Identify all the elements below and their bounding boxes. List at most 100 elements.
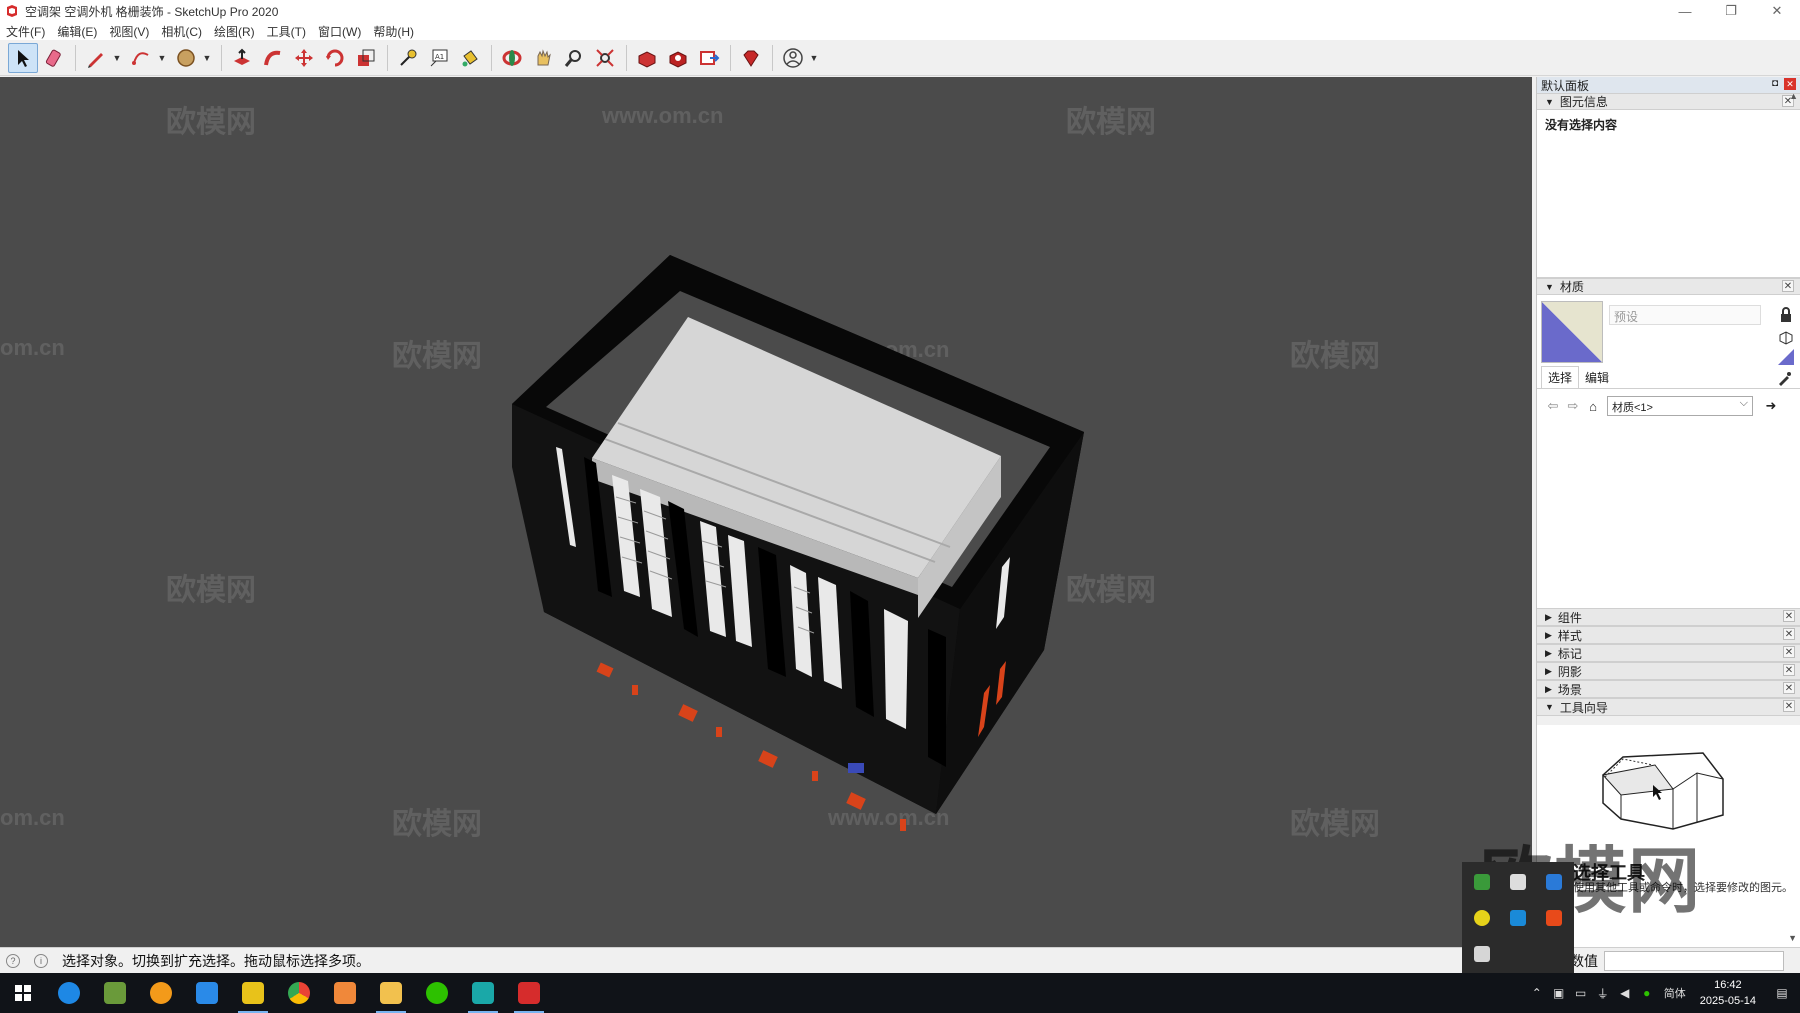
model-viewport[interactable]: 欧模网 www.om.cn 欧模网 om.cn 欧模网 www.om.cn 欧模… bbox=[0, 77, 1532, 947]
shape-tool-button[interactable] bbox=[171, 43, 201, 73]
zoom-tool-button[interactable] bbox=[559, 43, 589, 73]
minimize-button[interactable]: — bbox=[1662, 0, 1708, 22]
tray-instructor[interactable]: ▼ 工具向导 ✕ bbox=[1537, 698, 1800, 716]
material-name-field[interactable]: 预设 bbox=[1609, 305, 1761, 325]
taskbar-minecraft[interactable] bbox=[92, 973, 138, 1013]
wechat-tray-icon[interactable]: ● bbox=[1636, 986, 1658, 1000]
paint-bucket-tool-button[interactable] bbox=[455, 43, 485, 73]
scroll-up-icon[interactable]: ▲ bbox=[1789, 91, 1798, 101]
taskbar-app[interactable] bbox=[322, 973, 368, 1013]
layout-send-button[interactable] bbox=[694, 43, 724, 73]
details-arrow-icon[interactable]: ➜ bbox=[1761, 398, 1781, 414]
tray-app-icon[interactable] bbox=[1464, 864, 1500, 900]
select-tool-button[interactable] bbox=[8, 42, 38, 73]
shape-tool-dropdown[interactable]: ▼ bbox=[202, 53, 212, 63]
ime-indicator[interactable]: 简体 bbox=[1658, 985, 1692, 1001]
lock-icon[interactable] bbox=[1778, 307, 1794, 323]
arc-tool-dropdown[interactable]: ▼ bbox=[157, 53, 167, 63]
tray-close-icon[interactable]: ✕ bbox=[1783, 610, 1795, 622]
scale-tool-button[interactable] bbox=[351, 43, 381, 73]
tray-app-icon[interactable] bbox=[1536, 900, 1572, 936]
extension-manager-button[interactable] bbox=[736, 43, 766, 73]
zoom-extents-tool-button[interactable] bbox=[590, 43, 620, 73]
text-tool-button[interactable]: A1 bbox=[424, 43, 454, 73]
tab-edit[interactable]: 编辑 bbox=[1579, 367, 1615, 388]
menu-file[interactable]: 文件(F) bbox=[6, 23, 45, 40]
menu-view[interactable]: 视图(V) bbox=[109, 23, 149, 40]
restore-button[interactable]: ❐ bbox=[1708, 0, 1754, 22]
tray-app-icon[interactable] bbox=[1536, 864, 1572, 900]
account-dropdown[interactable]: ▼ bbox=[809, 53, 819, 63]
back-arrow-icon[interactable]: ⇦ bbox=[1543, 398, 1563, 414]
tray-tags[interactable]: ▶ 标记 ✕ bbox=[1537, 644, 1800, 662]
taskbar-explorer[interactable] bbox=[368, 973, 414, 1013]
material-collection-select[interactable]: 材质<1> bbox=[1607, 396, 1753, 416]
line-tool-button[interactable] bbox=[81, 43, 111, 73]
tray-close-icon[interactable]: ✕ bbox=[1783, 682, 1795, 694]
start-button[interactable] bbox=[0, 973, 46, 1013]
line-tool-dropdown[interactable]: ▼ bbox=[112, 53, 122, 63]
taskbar-wechat[interactable] bbox=[414, 973, 460, 1013]
taskbar-player[interactable] bbox=[230, 973, 276, 1013]
tape-measure-tool-button[interactable] bbox=[393, 43, 423, 73]
taskbar-ie[interactable] bbox=[46, 973, 92, 1013]
tray-entity-info[interactable]: ▼ 图元信息 ✕ bbox=[1537, 93, 1800, 110]
material-swatch[interactable] bbox=[1541, 301, 1603, 363]
credits-icon[interactable]: i bbox=[34, 953, 48, 968]
geolocation-icon[interactable]: ? bbox=[6, 953, 20, 968]
clock[interactable]: 16:42 2025-05-14 bbox=[1700, 977, 1756, 1009]
volume-icon[interactable]: ◀ bbox=[1614, 986, 1636, 1000]
tray-app-icon[interactable] bbox=[1464, 936, 1500, 972]
orbit-tool-button[interactable] bbox=[497, 43, 527, 73]
forward-arrow-icon[interactable]: ⇨ bbox=[1563, 398, 1583, 414]
tray-scenes[interactable]: ▶ 场景 ✕ bbox=[1537, 680, 1800, 698]
3d-warehouse-button[interactable] bbox=[632, 43, 662, 73]
scroll-down-icon[interactable]: ▼ bbox=[1788, 933, 1797, 943]
menu-window[interactable]: 窗口(W) bbox=[318, 23, 361, 40]
menu-tools[interactable]: 工具(T) bbox=[267, 23, 306, 40]
usb-icon[interactable]: ⏚ bbox=[1592, 985, 1614, 1002]
tray-close-icon[interactable]: ✕ bbox=[1783, 628, 1795, 640]
taskbar-media[interactable] bbox=[138, 973, 184, 1013]
arc-tool-button[interactable] bbox=[126, 43, 156, 73]
follow-me-tool-button[interactable] bbox=[258, 43, 288, 73]
pin-icon[interactable]: ◘ bbox=[1772, 78, 1778, 89]
tray-materials[interactable]: ▼ 材质 ✕ bbox=[1537, 278, 1800, 295]
tray-close-icon[interactable]: ✕ bbox=[1783, 700, 1795, 712]
rotate-tool-button[interactable] bbox=[320, 43, 350, 73]
panel-close-icon[interactable]: ✕ bbox=[1784, 78, 1796, 90]
taskbar-security[interactable] bbox=[184, 973, 230, 1013]
tray-close-icon[interactable]: ✕ bbox=[1782, 280, 1794, 292]
home-icon[interactable]: ⌂ bbox=[1583, 399, 1603, 414]
push-pull-tool-button[interactable] bbox=[227, 43, 257, 73]
tray-styles[interactable]: ▶ 样式 ✕ bbox=[1537, 626, 1800, 644]
eyedropper-icon[interactable] bbox=[1776, 371, 1792, 387]
tab-select[interactable]: 选择 bbox=[1541, 366, 1580, 388]
close-button[interactable]: ✕ bbox=[1754, 0, 1800, 22]
pan-tool-button[interactable] bbox=[528, 43, 558, 73]
network-icon[interactable]: ▣ bbox=[1548, 986, 1570, 1000]
menu-draw[interactable]: 绘图(R) bbox=[214, 23, 255, 40]
tray-shadows[interactable]: ▶ 阴影 ✕ bbox=[1537, 662, 1800, 680]
tray-app-icon[interactable] bbox=[1464, 900, 1500, 936]
measurements-input[interactable] bbox=[1604, 950, 1784, 971]
menu-camera[interactable]: 相机(C) bbox=[161, 23, 202, 40]
display-icon[interactable]: ▭ bbox=[1570, 986, 1592, 1000]
eraser-tool-button[interactable] bbox=[39, 43, 69, 73]
menu-help[interactable]: 帮助(H) bbox=[373, 23, 414, 40]
extension-warehouse-button[interactable] bbox=[663, 43, 693, 73]
create-material-icon[interactable] bbox=[1778, 329, 1794, 345]
tray-app-icon[interactable] bbox=[1500, 864, 1536, 900]
tray-close-icon[interactable]: ✕ bbox=[1783, 646, 1795, 658]
move-tool-button[interactable] bbox=[289, 43, 319, 73]
taskbar-sketchup[interactable] bbox=[506, 973, 552, 1013]
default-material-icon[interactable] bbox=[1778, 349, 1794, 365]
account-button[interactable] bbox=[778, 43, 808, 73]
tray-close-icon[interactable]: ✕ bbox=[1783, 664, 1795, 676]
show-hidden-icons-chevron-icon[interactable]: ⌃ bbox=[1526, 986, 1548, 1000]
tray-app-icon[interactable] bbox=[1500, 900, 1536, 936]
3d-model-ac-cage[interactable] bbox=[0, 77, 1532, 947]
taskbar-chrome[interactable] bbox=[276, 973, 322, 1013]
taskbar-3dsmax[interactable] bbox=[460, 973, 506, 1013]
tray-components[interactable]: ▶ 组件 ✕ bbox=[1537, 608, 1800, 626]
